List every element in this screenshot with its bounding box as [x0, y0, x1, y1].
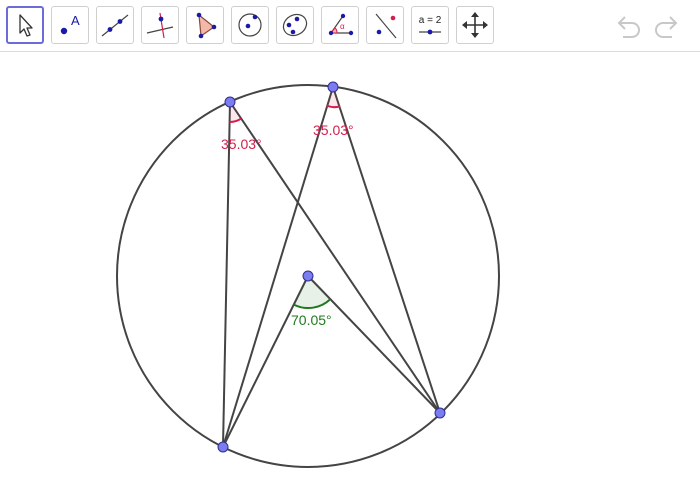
point-tool-button[interactable]: A — [51, 6, 89, 44]
move-graphics-view-tool-button[interactable] — [456, 6, 494, 44]
point-top[interactable] — [327, 81, 339, 93]
conic-tool-button[interactable] — [276, 6, 314, 44]
slider-tool-label: a = 2 — [418, 15, 442, 26]
perpendicular-line-tool-button[interactable] — [141, 6, 179, 44]
reflect-tool-button[interactable] — [366, 6, 404, 44]
segment-left-chord[interactable] — [222, 101, 231, 448]
angle-icon: α — [328, 13, 354, 36]
polygon-icon — [196, 12, 217, 39]
line-tool-button[interactable] — [96, 6, 134, 44]
angle-label-left: 35.03° — [221, 136, 262, 152]
circle-tool-button[interactable] — [231, 6, 269, 44]
point-bottom-right[interactable] — [434, 407, 446, 419]
redo-button[interactable] — [650, 10, 682, 42]
move-tool-button[interactable] — [6, 6, 44, 44]
svg-text:α: α — [340, 22, 345, 31]
point-upper-left[interactable] — [224, 96, 236, 108]
angle-tool-button[interactable]: α — [321, 6, 359, 44]
point-bottom-left[interactable] — [217, 441, 229, 453]
point-center[interactable] — [302, 270, 314, 282]
graphics-view[interactable]: 35.03° 35.03° 70.05° — [0, 53, 700, 500]
angle-label-central: 70.05° — [291, 312, 332, 328]
undo-button[interactable] — [613, 10, 645, 42]
svg-text:A: A — [71, 13, 80, 28]
polygon-tool-button[interactable] — [186, 6, 224, 44]
ellipse-icon — [282, 13, 308, 37]
perpendicular-line-icon — [146, 12, 174, 39]
reflect-icon — [375, 13, 397, 39]
undo-icon — [617, 16, 640, 38]
circle-icon — [238, 13, 262, 37]
slider-tool-button[interactable]: a = 2 — [411, 6, 449, 44]
redo-icon — [655, 16, 678, 38]
move-arrow-icon — [19, 14, 33, 37]
point-icon: A — [60, 13, 80, 35]
toolbar: A α a = 2 — [0, 0, 700, 52]
move-graphics-view-icon — [462, 12, 488, 38]
angle-label-top: 35.03° — [313, 122, 354, 138]
segment-center-to-bottom[interactable] — [222, 275, 309, 448]
line-icon — [101, 14, 129, 37]
geogebra-app: A α a = 2 35.03° 35.03° 70.05° — [0, 0, 700, 500]
